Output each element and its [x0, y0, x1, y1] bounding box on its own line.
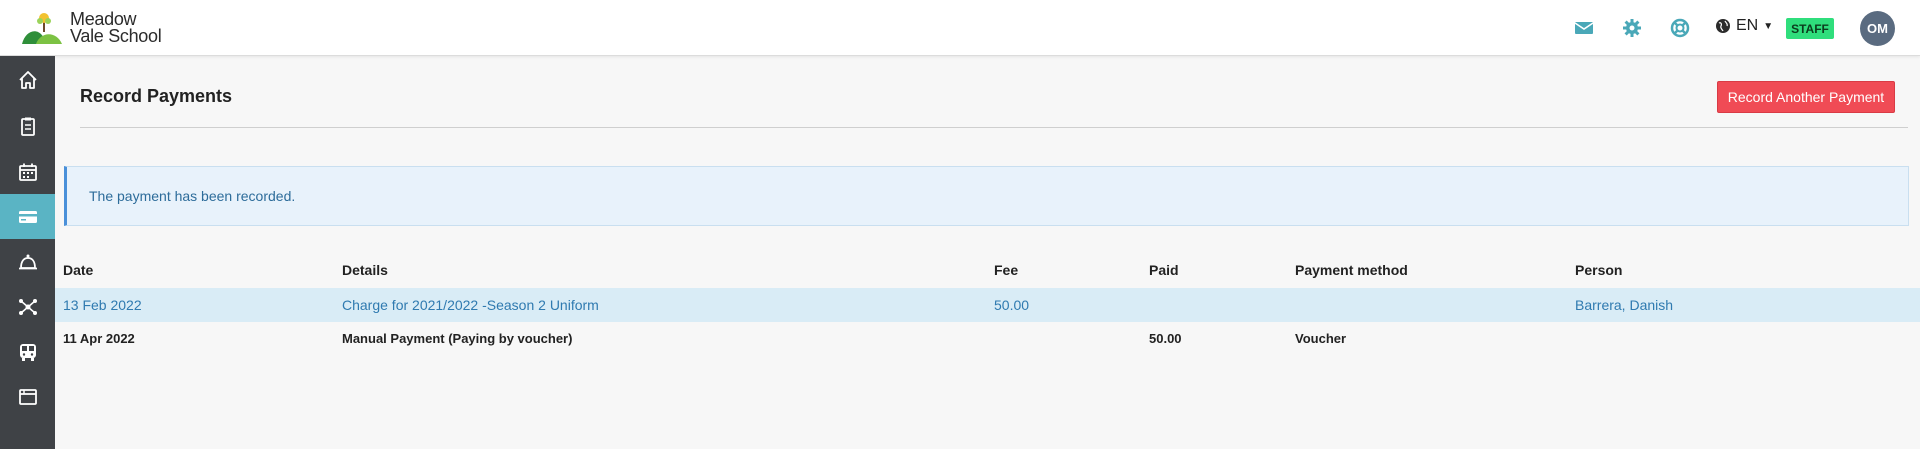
page-title: Record Payments [80, 86, 233, 106]
table-row: 11 Apr 2022 Manual Payment (Paying by vo… [55, 322, 1920, 356]
sidebar-item-bell[interactable] [0, 239, 55, 284]
cell-details: Manual Payment (Paying by voucher) [342, 331, 573, 346]
cell-method: Voucher [1295, 331, 1347, 346]
bell-icon [18, 254, 37, 269]
cell-fee[interactable]: 50.00 [994, 297, 1029, 313]
school-name-line2: Vale School [70, 26, 162, 46]
clipboard-icon [20, 117, 35, 136]
language-selector[interactable]: EN ▼ [1715, 17, 1773, 35]
chevron-down-icon: ▼ [1763, 20, 1774, 32]
column-header-paid: Paid [1149, 262, 1179, 278]
gear-icon[interactable] [1620, 16, 1644, 40]
sidebar-item-bus[interactable] [0, 329, 55, 374]
network-icon [18, 298, 37, 315]
title-divider [80, 127, 1908, 128]
table-row[interactable]: 13 Feb 2022 Charge for 2021/2022 -Season… [55, 288, 1920, 322]
sidebar [0, 56, 55, 449]
avatar[interactable]: OM [1860, 11, 1895, 46]
credit-card-icon [18, 210, 37, 223]
envelope-icon[interactable] [1572, 16, 1596, 40]
column-header-fee: Fee [994, 262, 1019, 278]
column-header-payment-method: Payment method [1295, 262, 1408, 278]
alert-message: The payment has been recorded. [89, 188, 296, 204]
cell-date[interactable]: 13 Feb 2022 [63, 297, 142, 313]
sidebar-item-calendar[interactable] [0, 149, 55, 194]
sidebar-item-network[interactable] [0, 284, 55, 329]
sidebar-item-home[interactable] [0, 57, 55, 102]
globe-icon [1716, 19, 1730, 33]
sidebar-item-payments[interactable] [0, 194, 55, 239]
record-another-payment-button[interactable]: Record Another Payment [1717, 81, 1895, 113]
cell-paid: 50.00 [1149, 331, 1182, 346]
cell-details[interactable]: Charge for 2021/2022 -Season 2 Uniform [342, 297, 599, 313]
bus-icon [19, 343, 36, 361]
home-icon [18, 70, 37, 89]
cell-date: 11 Apr 2022 [63, 331, 135, 346]
cell-person[interactable]: Barrera, Danish [1575, 297, 1673, 313]
column-header-date: Date [63, 262, 94, 278]
column-header-details: Details [342, 262, 388, 278]
top-header: Meadow Vale School EN ▼ STAFF OM [0, 0, 1920, 56]
calendar-icon [18, 163, 37, 181]
sidebar-item-window[interactable] [0, 374, 55, 419]
school-name: Meadow Vale School [70, 10, 162, 46]
lifebuoy-icon[interactable] [1668, 16, 1692, 40]
window-icon [18, 388, 37, 405]
column-header-person: Person [1575, 262, 1623, 278]
language-label: EN [1736, 17, 1759, 34]
meadow-logo-icon [22, 13, 62, 44]
school-logo[interactable]: Meadow Vale School [20, 8, 162, 48]
role-badge: STAFF [1786, 18, 1834, 39]
success-alert: The payment has been recorded. [64, 166, 1909, 226]
sidebar-item-clipboard[interactable] [0, 103, 55, 148]
